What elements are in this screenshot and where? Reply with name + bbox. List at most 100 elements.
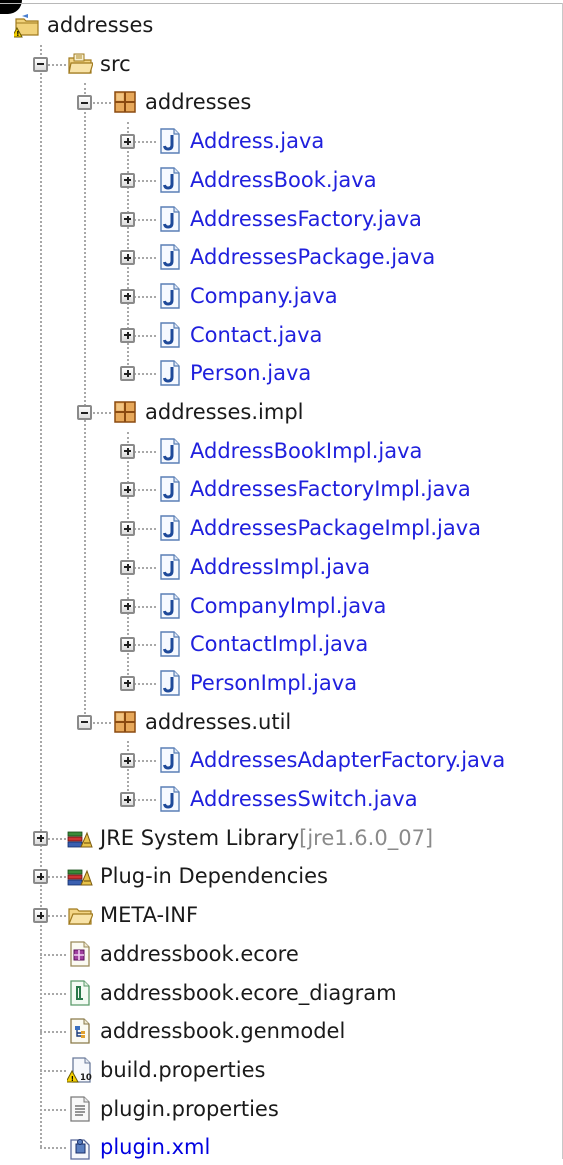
tree-item-label: AddressesFactory.java [190, 206, 422, 231]
tree-item[interactable]: AddressesFactory.java [0, 201, 562, 237]
tree-item-label: PersonImpl.java [190, 670, 358, 695]
collapse-toggle[interactable] [33, 56, 48, 72]
text-file-icon [67, 1095, 93, 1122]
tree-item[interactable]: plugin.properties [0, 1091, 562, 1127]
tree-item-label: AddressesPackage.java [190, 245, 436, 270]
tree-item[interactable]: Company.java [0, 278, 562, 314]
tree-item[interactable]: ContactImpl.java [0, 626, 562, 662]
tree-item[interactable]: ! addresses [0, 7, 562, 43]
tree-item[interactable]: Address.java [0, 123, 562, 159]
tree-item[interactable]: JRE System Library[jre1.6.0_07] [0, 820, 562, 856]
tree-item[interactable]: addressbook.ecore [0, 936, 562, 972]
java-file-icon [157, 321, 183, 348]
tree-item[interactable]: addressbook.ecore_diagram [0, 975, 562, 1011]
tree-item[interactable]: Person.java [0, 355, 562, 391]
expand-toggle[interactable] [120, 521, 135, 537]
svg-text:10: 10 [80, 1073, 92, 1083]
tree-item-label: build.properties [100, 1057, 266, 1082]
expand-toggle[interactable] [120, 211, 135, 227]
tree-item[interactable]: addressbook.genmodel [0, 1013, 562, 1049]
tree-item-label: ContactImpl.java [190, 632, 369, 657]
tree-item-label: JRE System Library[jre1.6.0_07] [100, 825, 434, 850]
svg-text:!: ! [71, 1075, 74, 1083]
collapse-toggle[interactable] [77, 405, 92, 420]
expand-toggle[interactable] [120, 598, 135, 614]
tree-item[interactable]: AddressesAdapterFactory.java [0, 742, 562, 778]
expand-toggle[interactable] [120, 753, 135, 769]
tree-item[interactable]: AddressesFactoryImpl.java [0, 471, 562, 507]
tree-item-label: addressbook.ecore_diagram [100, 980, 397, 1005]
tree-item-label: Plug-in Dependencies [100, 864, 328, 889]
tree-item[interactable]: AddressesPackageImpl.java [0, 510, 562, 546]
tree-item-label: AddressImpl.java [190, 554, 371, 579]
java-file-icon [157, 786, 183, 812]
source-folder-icon [67, 51, 94, 77]
expand-toggle[interactable] [120, 366, 135, 382]
expand-toggle[interactable] [120, 792, 135, 807]
tree-item-label: addressbook.genmodel [100, 1019, 346, 1044]
tree-item-label: AddressesFactoryImpl.java [190, 477, 471, 502]
library-icon [67, 825, 93, 851]
java-file-icon [157, 554, 183, 580]
tree-item-label: addresses.impl [145, 400, 304, 424]
plugin-xml-icon [67, 1134, 93, 1160]
expand-toggle[interactable] [120, 443, 135, 459]
java-file-icon [157, 476, 183, 503]
tree-item-label: plugin.properties [100, 1096, 279, 1121]
tree-item[interactable]: AddressImpl.java [0, 549, 562, 585]
tree-item-label: addresses.util [145, 709, 292, 734]
tree-item[interactable]: PersonImpl.java [0, 665, 562, 701]
tree-item-label: src [100, 51, 131, 76]
tree-item[interactable]: META-INF [0, 897, 562, 933]
tree-item[interactable]: AddressBookImpl.java [0, 433, 562, 469]
expand-toggle[interactable] [120, 134, 135, 150]
expand-toggle[interactable] [120, 250, 135, 266]
package-icon [112, 89, 138, 115]
tree-item-label: Person.java [190, 361, 312, 386]
genmodel-file-icon [67, 1018, 93, 1044]
svg-text:!: ! [16, 30, 19, 38]
tree-item[interactable]: Contact.java [0, 317, 562, 353]
expand-toggle[interactable] [120, 482, 135, 498]
tree-item[interactable]: AddressesSwitch.java [0, 781, 562, 817]
tree-item-label: AddressBook.java [190, 167, 377, 192]
tree-item[interactable]: Plug-in Dependencies [0, 858, 562, 894]
tree-connector [40, 953, 66, 956]
tree-item[interactable]: 10 ! build.properties [0, 1052, 562, 1088]
expand-toggle[interactable] [120, 172, 135, 188]
package-icon [112, 709, 138, 735]
tree-item[interactable]: CompanyImpl.java [0, 588, 562, 624]
tree-connector [40, 992, 66, 995]
expand-toggle[interactable] [33, 869, 48, 885]
java-file-icon [157, 244, 183, 270]
tree-item[interactable]: AddressesPackage.java [0, 239, 562, 275]
tree-item-label: addressbook.ecore [100, 941, 299, 966]
expand-toggle[interactable] [120, 675, 135, 691]
diagram-file-icon [67, 979, 93, 1006]
tree-connector [40, 1031, 66, 1034]
java-file-icon [157, 283, 183, 309]
java-file-icon [157, 515, 183, 541]
tree-item[interactable]: addresses.impl [0, 394, 562, 430]
expand-toggle[interactable] [33, 830, 48, 846]
package-explorer-tree: ! addresses src addresses Address.java A… [0, 0, 563, 1160]
collapse-toggle[interactable] [77, 714, 92, 730]
java-file-icon [157, 437, 183, 464]
tree-item-suffix: [jre1.6.0_07] [299, 825, 434, 850]
expand-toggle[interactable] [120, 288, 135, 304]
collapse-toggle[interactable] [77, 95, 92, 111]
expand-toggle[interactable] [120, 327, 135, 343]
tree-item[interactable]: plugin.xml [0, 1129, 562, 1165]
expand-toggle[interactable] [120, 637, 135, 653]
tree-item[interactable]: AddressBook.java [0, 162, 562, 198]
properties-warning-icon: 10 ! [65, 1057, 93, 1083]
tree-item[interactable]: addresses [0, 84, 562, 120]
expand-toggle[interactable] [120, 559, 135, 575]
java-file-icon [157, 592, 183, 619]
expand-toggle[interactable] [33, 908, 48, 924]
tree-item[interactable]: src [0, 46, 562, 82]
tree-item-label: addresses [47, 13, 154, 37]
tree-item[interactable]: addresses.util [0, 704, 562, 740]
java-file-icon [157, 670, 183, 696]
java-file-icon [157, 747, 183, 773]
